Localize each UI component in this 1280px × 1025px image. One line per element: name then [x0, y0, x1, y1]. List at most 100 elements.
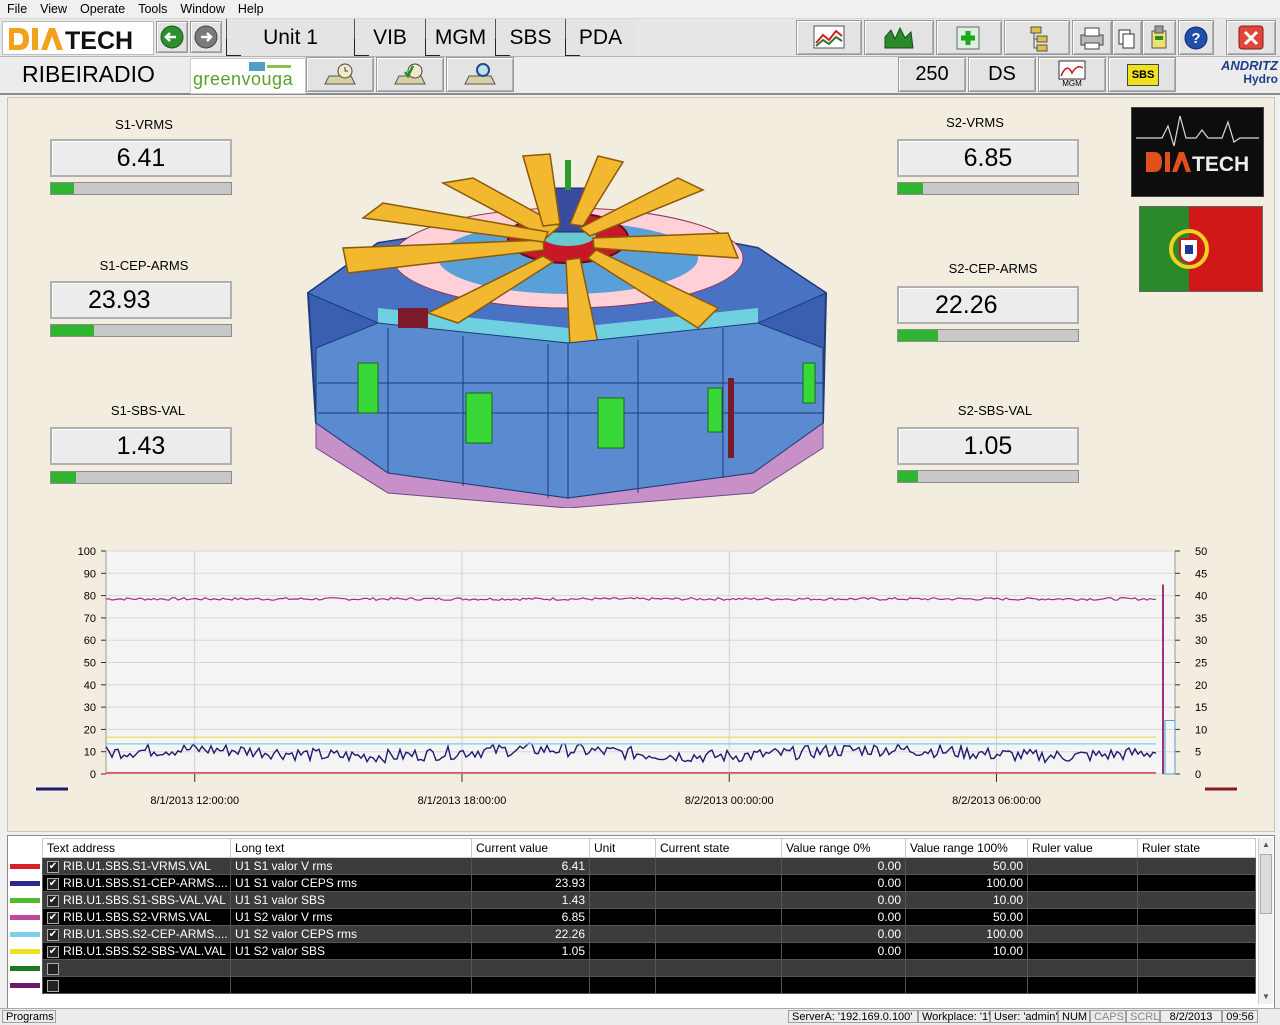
col-current-value[interactable]: Current value — [471, 838, 590, 858]
x-tick-label: 8/2/2013 00:00:00 — [685, 795, 774, 807]
table-row[interactable]: ✔ RIB.U1.SBS.S1-VRMS.VAL U1 S1 valor V rms… — [42, 857, 1256, 875]
cell-range-0-text: 0.00 — [877, 944, 901, 958]
copy-button[interactable] — [1112, 20, 1142, 55]
cell-range-100 — [905, 959, 1028, 977]
left-tick-label: 10 — [84, 747, 96, 759]
row-visibility-checkbox[interactable]: ✔ — [47, 894, 59, 907]
trend-button[interactable] — [796, 20, 862, 55]
add-button[interactable] — [936, 20, 1002, 55]
cell-ruler-state — [1137, 891, 1256, 909]
left-tick-label: 70 — [84, 613, 96, 625]
row-color-swatch — [10, 983, 40, 988]
config-button-2[interactable] — [376, 57, 444, 92]
cell-text-address — [42, 976, 231, 994]
trend-chart-icon — [813, 25, 845, 49]
cell-ruler-value — [1027, 857, 1138, 875]
help-button[interactable]: ? — [1178, 20, 1214, 55]
cell-range-100-text: 50.00 — [992, 910, 1023, 924]
cell-current-state — [655, 908, 782, 926]
cell-ruler-value — [1027, 874, 1138, 892]
col-ruler-state[interactable]: Ruler state — [1137, 838, 1256, 858]
row-visibility-checkbox[interactable] — [47, 979, 59, 992]
menu-window[interactable]: Window — [173, 0, 230, 18]
table-row[interactable] — [42, 976, 1256, 994]
row-visibility-checkbox[interactable] — [47, 962, 59, 975]
unit-selector[interactable]: Unit 1 — [226, 19, 354, 56]
menu-file[interactable]: File — [0, 0, 33, 18]
menu-view[interactable]: View — [33, 0, 73, 18]
col-unit[interactable]: Unit — [589, 838, 656, 858]
scroll-down-arrow-icon[interactable]: ▼ — [1259, 990, 1273, 1004]
trend-chart[interactable]: 0 10 20 30 40 50 60 70 80 90 100 0 5 10 15 20 25 30 35 40 45… — [36, 541, 1244, 821]
cell-current-state — [655, 857, 782, 875]
table-row[interactable]: ✔ RIB.U1.SBS.S1-SBS-VAL.VAL U1 S1 valor SB… — [42, 891, 1256, 909]
config-button-3[interactable] — [446, 57, 514, 92]
tree-button[interactable] — [1004, 20, 1070, 55]
mgm-view-button[interactable]: MGM — [1038, 57, 1106, 92]
row-visibility-checkbox[interactable]: ✔ — [47, 928, 59, 941]
row-visibility-checkbox[interactable]: ✔ — [47, 860, 59, 873]
table-row[interactable] — [42, 959, 1256, 977]
sbs-view-button[interactable]: SBS — [1108, 57, 1176, 92]
x-tick-label: 8/1/2013 18:00:00 — [418, 795, 507, 807]
row-visibility-checkbox[interactable]: ✔ — [47, 911, 59, 924]
table-row[interactable]: ✔ RIB.U1.SBS.S1-CEP-ARMS.... U1 S1 valor C… — [42, 874, 1256, 892]
table-row[interactable]: ✔ RIB.U1.SBS.S2-VRMS.VAL U1 S2 valor V rms… — [42, 908, 1256, 926]
speed-display[interactable]: 250 — [898, 57, 966, 92]
col-ruler-value[interactable]: Ruler value — [1027, 838, 1138, 858]
print-button[interactable] — [1072, 20, 1112, 55]
cell-range-100: 100.00 — [905, 925, 1028, 943]
cell-range-0: 0.00 — [781, 908, 906, 926]
tab-pda[interactable]: PDA — [565, 19, 635, 56]
col-long-text[interactable]: Long text — [230, 838, 472, 858]
cell-current-state — [655, 874, 782, 892]
right-tick-label: 10 — [1195, 724, 1207, 736]
menu-tools[interactable]: Tools — [131, 0, 173, 18]
status-num: NUM — [1058, 1010, 1090, 1023]
s1-sbs-value[interactable]: 1.43 — [50, 427, 232, 465]
menu-help[interactable]: Help — [231, 0, 270, 18]
table-scrollbar[interactable]: ▲ ▼ — [1258, 838, 1273, 1004]
row-visibility-checkbox[interactable]: ✔ — [47, 877, 59, 890]
s1-vrms-value[interactable]: 6.41 — [50, 139, 232, 177]
row-color-swatch — [10, 864, 40, 869]
scroll-up-arrow-icon[interactable]: ▲ — [1259, 838, 1273, 852]
menu-operate[interactable]: Operate — [73, 0, 131, 18]
s2-cep-value[interactable]: 22.26 — [897, 286, 1079, 324]
s2-vrms-value[interactable]: 6.85 — [897, 139, 1079, 177]
cell-range-0: 0.00 — [781, 891, 906, 909]
cell-range-100: 50.00 — [905, 908, 1028, 926]
cell-range-0: 0.00 — [781, 925, 906, 943]
ds-button[interactable]: DS — [968, 57, 1036, 92]
tab-mgm[interactable]: MGM — [425, 19, 495, 56]
table-row[interactable]: ✔ RIB.U1.SBS.S2-CEP-ARMS.... U1 S2 valor C… — [42, 925, 1256, 943]
right-tick-label: 25 — [1195, 658, 1207, 670]
s1-vrms-bar — [50, 182, 232, 195]
s2-sbs-value[interactable]: 1.05 — [897, 427, 1079, 465]
scroll-thumb[interactable] — [1260, 854, 1272, 914]
col-value-range-100[interactable]: Value range 100% — [905, 838, 1028, 858]
diatech-logo: TECH — [2, 21, 154, 55]
hydro-text: Hydro — [1243, 72, 1278, 86]
col-text-address[interactable]: Text address — [42, 838, 231, 858]
table-row[interactable]: ✔ RIB.U1.SBS.S2-SBS-VAL.VAL U1 S2 valor SB… — [42, 942, 1256, 960]
cell-unit — [589, 891, 656, 909]
export-button[interactable] — [1142, 20, 1176, 55]
col-current-state[interactable]: Current state — [655, 838, 782, 858]
programs-tab[interactable]: Programs — [2, 1010, 56, 1023]
spectrum-button[interactable] — [864, 20, 934, 55]
cell-range-100-text: 100.00 — [986, 927, 1023, 941]
col-value-range-0[interactable]: Value range 0% — [781, 838, 906, 858]
tab-sbs[interactable]: SBS — [495, 19, 565, 56]
cell-long-text-text: U1 S1 valor V rms — [235, 859, 333, 873]
close-button[interactable] — [1226, 20, 1276, 55]
row-visibility-checkbox[interactable]: ✔ — [47, 945, 59, 958]
back-button[interactable] — [156, 21, 188, 53]
tab-vib[interactable]: VIB — [354, 19, 425, 56]
config-button-1[interactable] — [306, 57, 374, 92]
forward-button[interactable] — [190, 21, 222, 53]
cell-range-100-text: 10.00 — [992, 944, 1023, 958]
s1-cep-value[interactable]: 23.93 — [50, 281, 232, 319]
s2-cep-bar-fill — [898, 330, 938, 341]
menu-bar: File View Operate Tools Window Help — [0, 0, 1280, 19]
